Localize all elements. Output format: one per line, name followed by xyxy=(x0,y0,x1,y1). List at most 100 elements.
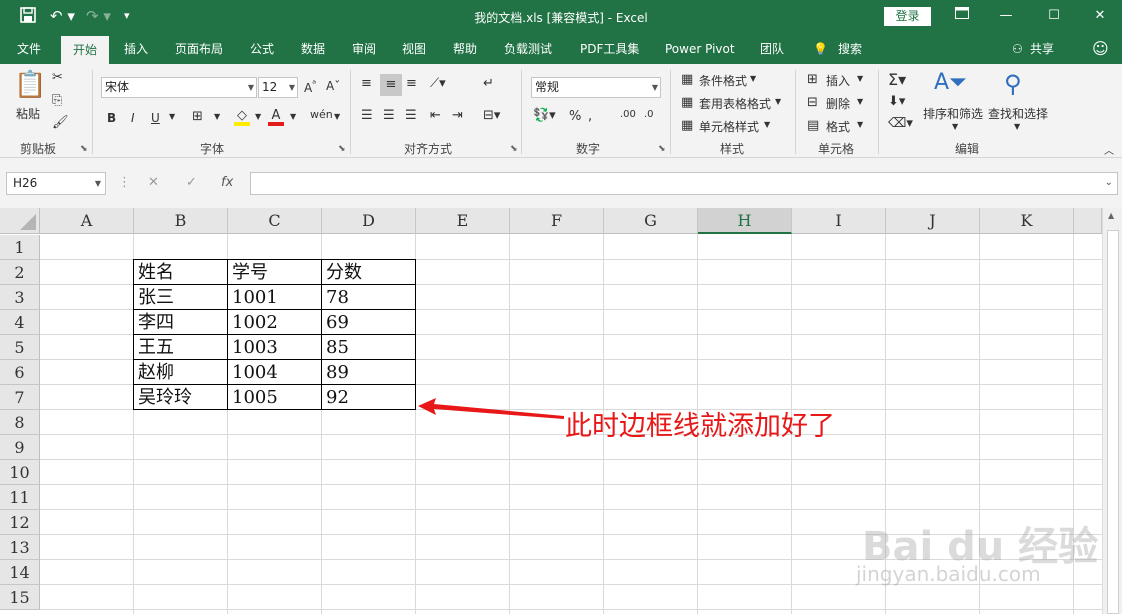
cell-B2[interactable]: 姓名 xyxy=(134,260,174,285)
italic-button[interactable]: I xyxy=(131,111,135,125)
font-color-icon[interactable]: A xyxy=(268,108,284,126)
column-header-partial[interactable] xyxy=(1074,208,1102,234)
align-bottom-icon[interactable]: ≡ xyxy=(406,76,417,91)
vertical-scrollbar[interactable]: ▲ xyxy=(1102,208,1122,614)
scroll-up-icon[interactable]: ▲ xyxy=(1108,211,1114,220)
tab-page-layout[interactable]: 页面布局 xyxy=(175,34,223,64)
tab-insert[interactable]: 插入 xyxy=(124,34,148,64)
name-box[interactable]: H26 ▼ xyxy=(6,172,106,195)
lightbulb-icon[interactable]: 💡 xyxy=(813,34,828,64)
orientation-icon[interactable]: ⟋▾ xyxy=(430,76,446,91)
paste-icon[interactable]: 📋 xyxy=(14,70,46,100)
format-as-table-button[interactable]: 套用表格格式 xyxy=(699,95,771,112)
column-header[interactable]: F xyxy=(510,208,604,234)
tab-help[interactable]: 帮助 xyxy=(453,34,477,64)
row-header[interactable]: 8 xyxy=(0,410,40,435)
wrap-text-icon[interactable]: ↵ xyxy=(483,76,494,91)
tab-formulas[interactable]: 公式 xyxy=(250,34,274,64)
select-all-corner[interactable] xyxy=(0,208,40,234)
cell-B3[interactable]: 张三 xyxy=(134,285,174,310)
align-left-icon[interactable]: ☰ xyxy=(361,108,373,123)
underline-dropdown-icon[interactable]: ▼ xyxy=(169,112,175,121)
insert-function-icon[interactable]: fx xyxy=(221,175,233,190)
cell-styles-icon[interactable]: ▦ xyxy=(681,118,693,133)
enter-icon[interactable]: ✓ xyxy=(186,175,197,190)
cell-styles-button[interactable]: 单元格样式 xyxy=(699,118,759,135)
chevron-down-icon[interactable]: ▼ xyxy=(750,74,756,83)
format-as-table-icon[interactable]: ▦ xyxy=(681,95,693,110)
cut-icon[interactable]: ✂ xyxy=(52,70,63,85)
column-header[interactable]: A xyxy=(40,208,134,234)
cell-D4[interactable]: 69 xyxy=(322,310,349,335)
sort-filter-button[interactable]: 排序和筛选 xyxy=(923,105,983,122)
share-icon[interactable]: ⚇ xyxy=(1012,34,1023,64)
tab-data[interactable]: 数据 xyxy=(301,34,325,64)
share-button[interactable]: 共享 xyxy=(1030,34,1054,64)
align-right-icon[interactable]: ☰ xyxy=(405,108,417,123)
shrink-font-icon[interactable]: Aˇ xyxy=(326,79,340,93)
cell-D2[interactable]: 分数 xyxy=(322,260,362,285)
row-header[interactable]: 3 xyxy=(0,285,40,310)
fill-icon[interactable]: ⬇▾ xyxy=(888,94,905,109)
cell-B6[interactable]: 赵柳 xyxy=(134,360,174,385)
cell-B4[interactable]: 李四 xyxy=(134,310,174,335)
chevron-down-icon[interactable]: ▼ xyxy=(1014,122,1020,131)
column-header[interactable]: G xyxy=(604,208,698,234)
row-header[interactable]: 2 xyxy=(0,260,40,285)
row-header[interactable]: 6 xyxy=(0,360,40,385)
format-cells-button[interactable]: 格式 xyxy=(826,118,850,135)
cell-D3[interactable]: 78 xyxy=(322,285,349,310)
column-header[interactable]: D xyxy=(322,208,416,234)
cell-C3[interactable]: 1001 xyxy=(228,285,278,310)
phonetic-icon[interactable]: wén xyxy=(310,108,333,121)
column-header[interactable]: E xyxy=(416,208,510,234)
chevron-down-icon[interactable]: ▼ xyxy=(775,97,781,106)
merge-center-icon[interactable]: ⊟▾ xyxy=(483,108,500,123)
font-color-dropdown-icon[interactable]: ▼ xyxy=(290,112,296,121)
row-header[interactable]: 13 xyxy=(0,535,40,560)
insert-cells-button[interactable]: 插入 xyxy=(826,72,850,89)
clipboard-launcher-icon[interactable]: ⬊ xyxy=(80,144,88,154)
formula-input[interactable]: ⌄ xyxy=(250,172,1118,195)
tab-power-pivot[interactable]: Power Pivot xyxy=(665,34,735,64)
cell-D5[interactable]: 85 xyxy=(322,335,349,360)
align-center-icon[interactable]: ☰ xyxy=(383,108,395,123)
align-middle-icon[interactable]: ≡ xyxy=(380,74,402,96)
ribbon-display-icon[interactable] xyxy=(951,5,973,27)
increase-decimal-icon[interactable]: .00 xyxy=(620,109,636,120)
collapse-ribbon-icon[interactable]: ︿ xyxy=(1104,142,1114,157)
cell-C7[interactable]: 1005 xyxy=(228,385,278,410)
accounting-format-icon[interactable]: 💱▾ xyxy=(533,108,556,123)
decrease-indent-icon[interactable]: ⇤ xyxy=(430,108,441,123)
cell-B5[interactable]: 王五 xyxy=(134,335,174,360)
column-header[interactable]: B xyxy=(134,208,228,234)
scrollbar-thumb[interactable] xyxy=(1107,230,1119,614)
fill-color-dropdown-icon[interactable]: ▼ xyxy=(255,112,261,121)
conditional-format-icon[interactable]: ▦ xyxy=(681,72,693,87)
number-format-select[interactable]: 常规 ▼ xyxy=(531,77,661,98)
row-header[interactable]: 12 xyxy=(0,510,40,535)
cell-D7[interactable]: 92 xyxy=(322,385,349,410)
cell-C4[interactable]: 1002 xyxy=(228,310,278,335)
conditional-format-button[interactable]: 条件格式 xyxy=(699,72,747,89)
tab-view[interactable]: 视图 xyxy=(402,34,426,64)
chevron-down-icon[interactable]: ▼ xyxy=(857,97,863,106)
comma-style-icon[interactable]: , xyxy=(588,109,592,124)
row-header[interactable]: 14 xyxy=(0,560,40,585)
worksheet-grid[interactable]: A B C D E F G H I J K 1 2 3 4 5 6 7 8 9 … xyxy=(0,208,1122,614)
maximize-button[interactable]: ☐ xyxy=(1043,5,1065,27)
chevron-down-icon[interactable]: ▼ xyxy=(764,120,770,129)
percent-icon[interactable]: % xyxy=(569,109,581,124)
chevron-down-icon[interactable]: ▼ xyxy=(952,122,958,131)
clear-icon[interactable]: ⌫▾ xyxy=(888,116,913,131)
cell-C5[interactable]: 1003 xyxy=(228,335,278,360)
delete-cells-icon[interactable]: ⊟ xyxy=(807,95,818,110)
cell-C6[interactable]: 1004 xyxy=(228,360,278,385)
increase-indent-icon[interactable]: ⇥ xyxy=(452,108,463,123)
find-select-button[interactable]: 查找和选择 xyxy=(988,105,1048,122)
tab-home[interactable]: 开始 xyxy=(61,36,110,64)
paste-label[interactable]: 粘贴 xyxy=(16,105,40,122)
cell-C2[interactable]: 学号 xyxy=(228,260,268,285)
column-header-selected[interactable]: H xyxy=(698,208,792,234)
autosum-icon[interactable]: Σ▾ xyxy=(888,70,906,89)
